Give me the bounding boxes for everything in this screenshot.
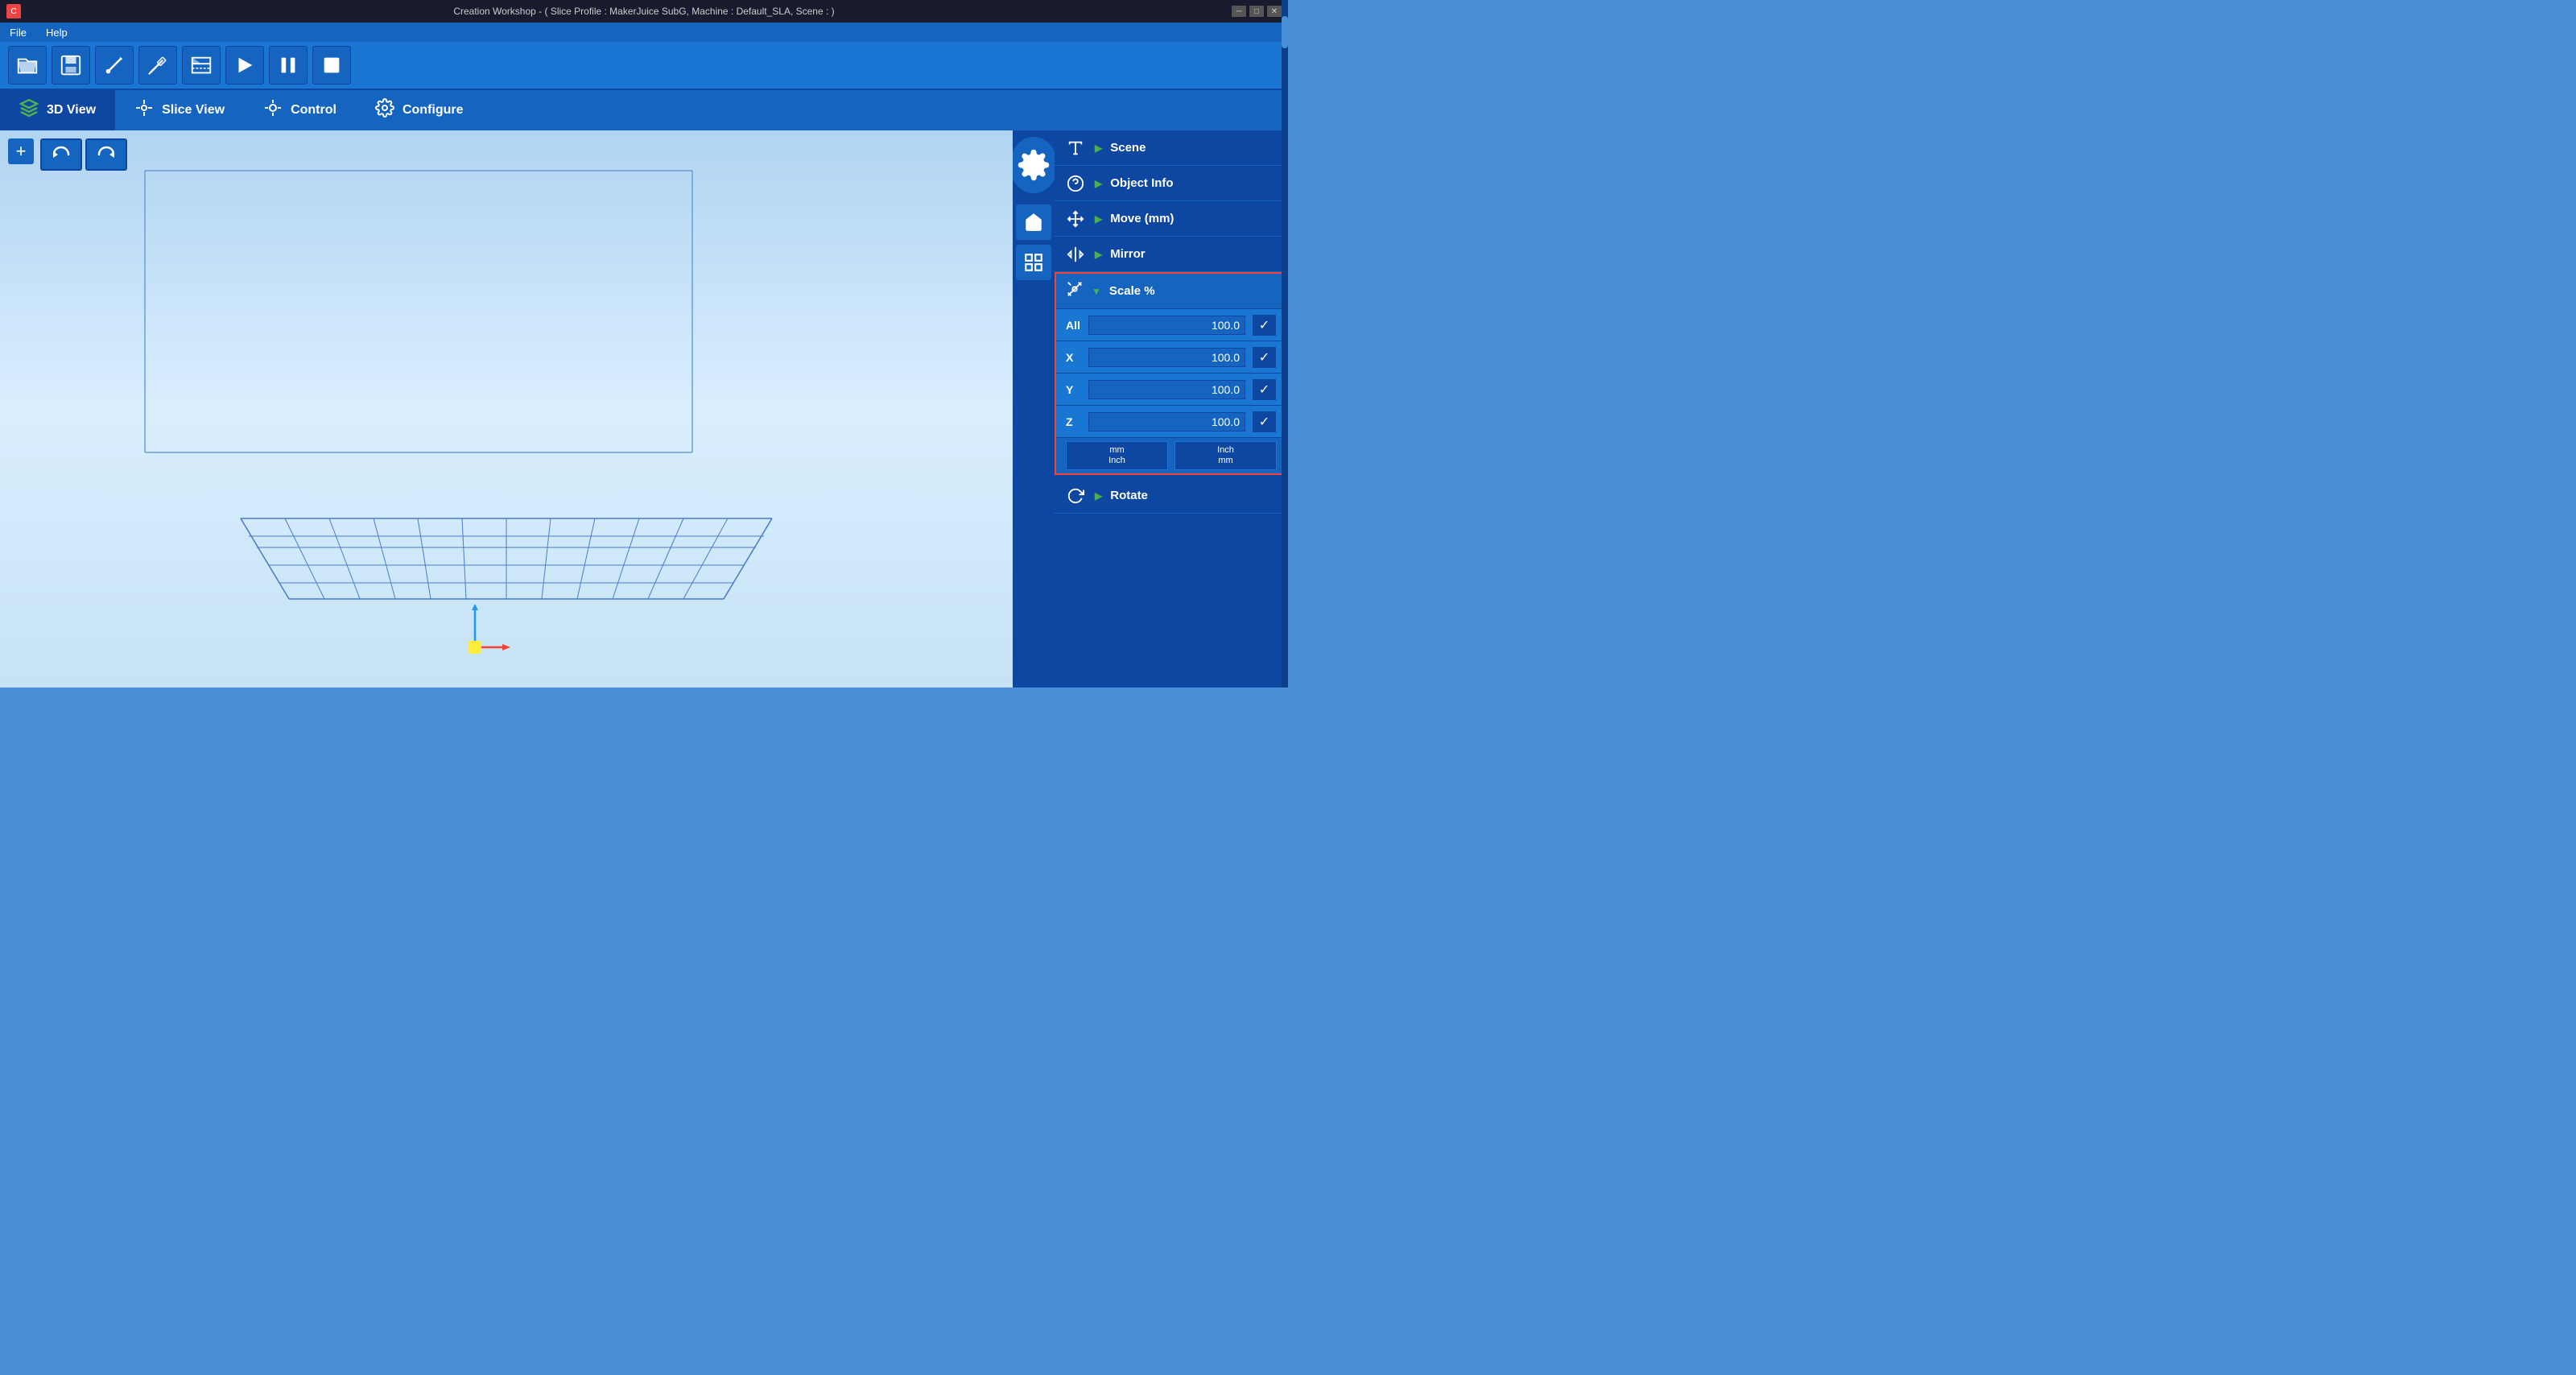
tab-3d-view-label: 3D View xyxy=(47,103,96,118)
scale-section: ▼ Scale % All ✓ X ✓ Y ✓ xyxy=(1055,272,1288,475)
tab-slice-view[interactable]: Slice View xyxy=(115,90,244,130)
tab-configure[interactable]: Configure xyxy=(356,90,483,130)
3d-grid xyxy=(225,406,788,631)
object-info-panel-button[interactable]: ▶ Object Info xyxy=(1055,166,1288,201)
slice-button[interactable] xyxy=(182,46,221,85)
menubar: File Help xyxy=(0,23,1288,42)
object-info-label: Object Info xyxy=(1110,176,1173,190)
scene-arrow: ▶ xyxy=(1095,142,1102,154)
mirror-icon xyxy=(1064,246,1087,263)
control-icon xyxy=(263,98,283,122)
scale-x-input[interactable] xyxy=(1088,348,1245,367)
scale-all-apply[interactable]: ✓ xyxy=(1252,314,1277,337)
scale-z-label: Z xyxy=(1066,415,1082,428)
view-tabs: 3D View Slice View Control Configure xyxy=(0,90,1288,130)
scale-x-apply[interactable]: ✓ xyxy=(1252,346,1277,369)
move-icon xyxy=(1064,210,1087,228)
menu-file[interactable]: File xyxy=(6,25,30,40)
move-arrow: ▶ xyxy=(1095,213,1102,225)
stop-button[interactable] xyxy=(312,46,351,85)
scale-x-row: X ✓ xyxy=(1056,341,1286,374)
scene-panel-button[interactable]: ▶ Scene xyxy=(1055,130,1288,166)
tab-control[interactable]: Control xyxy=(244,90,356,130)
scale-z-apply[interactable]: ✓ xyxy=(1252,411,1277,433)
syringe-button[interactable] xyxy=(138,46,177,85)
home-icon[interactable] xyxy=(1016,204,1051,240)
scene-label: Scene xyxy=(1110,141,1146,155)
object-info-icon xyxy=(1064,175,1087,192)
rotate-icon xyxy=(1064,487,1087,505)
titlebar: C Creation Workshop - ( Slice Profile : … xyxy=(0,0,1288,23)
scale-all-input[interactable] xyxy=(1088,316,1245,335)
rotate-arrow: ▶ xyxy=(1095,490,1102,502)
grid-icon[interactable] xyxy=(1016,245,1051,280)
add-object-button[interactable]: + xyxy=(8,138,34,164)
scale-icon xyxy=(1066,280,1084,303)
settings-gear-icon[interactable] xyxy=(1009,137,1058,193)
scrollbar[interactable] xyxy=(1282,0,1288,688)
window-title: Creation Workshop - ( Slice Profile : Ma… xyxy=(453,6,834,17)
undo-redo-controls xyxy=(40,138,127,171)
scale-y-label: Y xyxy=(1066,383,1082,396)
scale-z-row: Z ✓ xyxy=(1056,406,1286,438)
mirror-panel-button[interactable]: ▶ Mirror xyxy=(1055,237,1288,272)
slice-view-icon xyxy=(134,98,154,122)
mirror-label: Mirror xyxy=(1110,247,1145,261)
inch-to-mm-button[interactable]: Inchmm xyxy=(1174,441,1277,470)
scale-panel-button[interactable]: ▼ Scale % xyxy=(1056,274,1286,309)
rotate-label: Rotate xyxy=(1110,489,1148,502)
pause-button[interactable] xyxy=(269,46,308,85)
mirror-arrow: ▶ xyxy=(1095,249,1102,260)
scale-y-apply[interactable]: ✓ xyxy=(1252,378,1277,401)
scale-all-row: All ✓ xyxy=(1056,309,1286,341)
tab-3d-view[interactable]: 3D View xyxy=(0,90,115,130)
move-label: Move (mm) xyxy=(1110,212,1174,225)
scale-arrow: ▼ xyxy=(1092,286,1101,297)
mm-to-inch-button[interactable]: mmInch xyxy=(1066,441,1168,470)
sidebar-icon-nav xyxy=(1013,130,1055,688)
configure-icon xyxy=(375,98,394,122)
scene-icon xyxy=(1064,139,1087,157)
play-button[interactable] xyxy=(225,46,264,85)
scale-label: Scale % xyxy=(1109,284,1155,298)
redo-button[interactable] xyxy=(85,138,127,171)
object-info-arrow: ▶ xyxy=(1095,178,1102,189)
rotate-panel-button[interactable]: ▶ Rotate xyxy=(1055,478,1288,514)
app-icon: C xyxy=(6,4,21,19)
tab-configure-label: Configure xyxy=(402,103,464,118)
tab-control-label: Control xyxy=(291,103,336,118)
tab-slice-view-label: Slice View xyxy=(162,103,225,118)
right-panel: ▶ Scene ▶ Object Info ▶ xyxy=(1055,130,1288,688)
3d-viewport[interactable]: + xyxy=(0,130,1013,688)
scale-y-row: Y ✓ xyxy=(1056,374,1286,406)
menu-help[interactable]: Help xyxy=(43,25,71,40)
scale-x-label: X xyxy=(1066,351,1082,364)
needle-tool-button[interactable] xyxy=(95,46,134,85)
save-button[interactable] xyxy=(52,46,90,85)
move-panel-button[interactable]: ▶ Move (mm) xyxy=(1055,201,1288,237)
scale-y-input[interactable] xyxy=(1088,380,1245,399)
undo-button[interactable] xyxy=(40,138,82,171)
unit-row: mmInch Inchmm xyxy=(1056,438,1286,473)
maximize-button[interactable]: □ xyxy=(1249,6,1264,17)
main-content: + xyxy=(0,130,1288,688)
open-button[interactable] xyxy=(8,46,47,85)
axis-indicator xyxy=(451,599,515,663)
minimize-button[interactable]: ─ xyxy=(1232,6,1246,17)
close-button[interactable]: ✕ xyxy=(1267,6,1282,17)
scrollbar-thumb[interactable] xyxy=(1282,16,1288,48)
3d-view-icon xyxy=(19,98,39,122)
scale-all-label: All xyxy=(1066,319,1082,332)
scale-z-input[interactable] xyxy=(1088,412,1245,431)
toolbar xyxy=(0,42,1288,90)
window-controls: ─ □ ✕ xyxy=(1232,6,1282,17)
